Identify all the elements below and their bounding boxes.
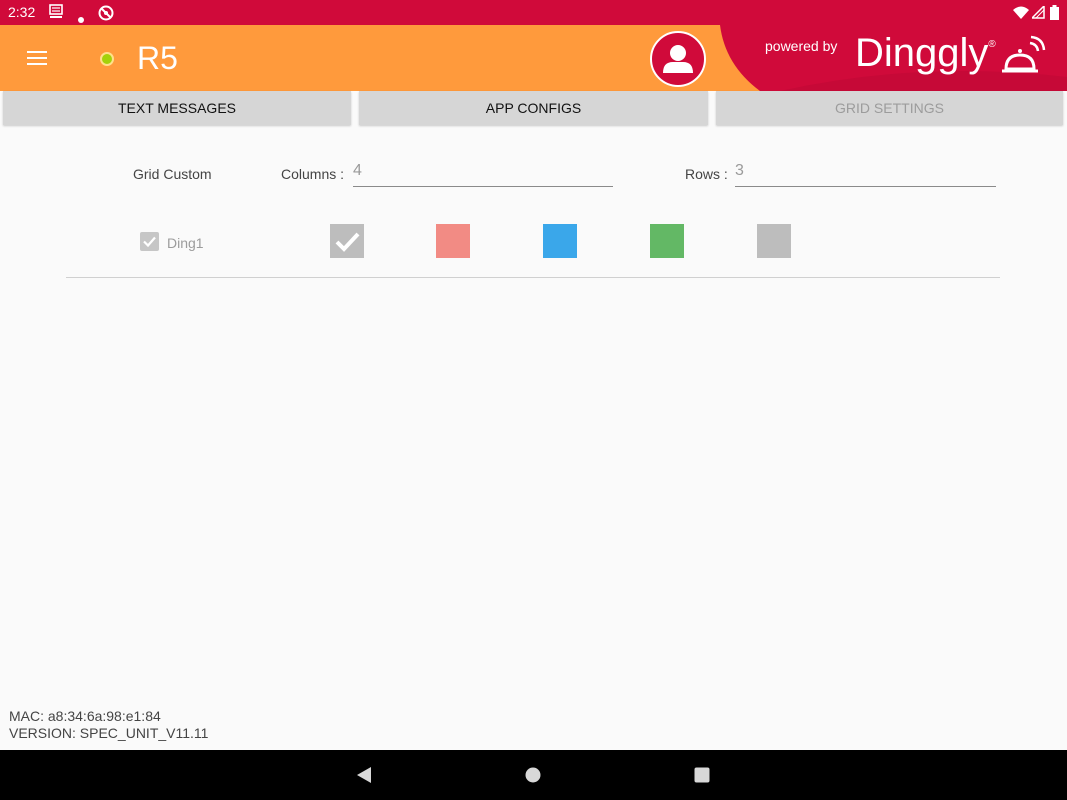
blocked-icon [98,5,114,24]
status-time: 2:32 [8,4,36,20]
recents-square-icon [694,767,710,783]
columns-value: 4 [353,162,362,179]
mac-address: MAC: a8:34:6a:98:e1:84 [9,708,161,724]
status-bar: 2:32 [0,0,1067,25]
rows-field[interactable]: 3 [735,162,996,187]
menu-button[interactable] [22,45,54,73]
tab-grid-settings[interactable]: GRID SETTINGS [716,91,1063,125]
status-indicator-dot [100,52,114,66]
recents-button[interactable] [694,767,710,788]
color-swatch-gray-selected[interactable] [330,224,364,258]
ding1-checkbox[interactable] [140,232,159,251]
bell-signal-icon [1000,35,1048,80]
divider [66,277,1000,278]
battery-icon [1050,5,1059,23]
version-label: VERSION: SPEC_UNIT_V11.11 [9,725,209,741]
app-bar: R5 powered by Dinggly® [0,25,1067,91]
tab-text-messages[interactable]: TEXT MESSAGES [3,91,351,125]
tab-app-configs[interactable]: APP CONFIGS [359,91,708,125]
signal-icon [1030,4,1045,22]
dot-icon [78,10,84,26]
color-swatch-blue[interactable] [543,224,577,258]
columns-field[interactable]: 4 [353,162,613,187]
ding1-label: Ding1 [167,235,204,251]
system-nav-bar [0,750,1067,800]
rows-label: Rows : [685,166,728,182]
checkmark-icon [335,232,360,252]
home-circle-icon [525,767,541,783]
color-swatch-green[interactable] [650,224,684,258]
profile-avatar-button[interactable] [650,31,706,87]
check-icon [143,236,156,248]
color-swatch-red[interactable] [436,224,470,258]
rows-value: 3 [735,162,744,179]
columns-label: Columns : [281,166,345,182]
registered-mark: ® [988,39,996,50]
back-triangle-icon [357,767,371,783]
brand-logo: Dinggly® [855,31,996,76]
brand-name: Dinggly [855,31,989,75]
grid-custom-label: Grid Custom [133,166,212,182]
user-icon [663,45,693,73]
home-button[interactable] [525,767,541,788]
page-title: R5 [137,40,178,76]
server-icon [49,4,63,23]
color-swatch-gray[interactable] [757,224,791,258]
wifi-icon [1012,6,1030,23]
powered-by-label: powered by [765,38,838,54]
back-button[interactable] [355,766,373,789]
